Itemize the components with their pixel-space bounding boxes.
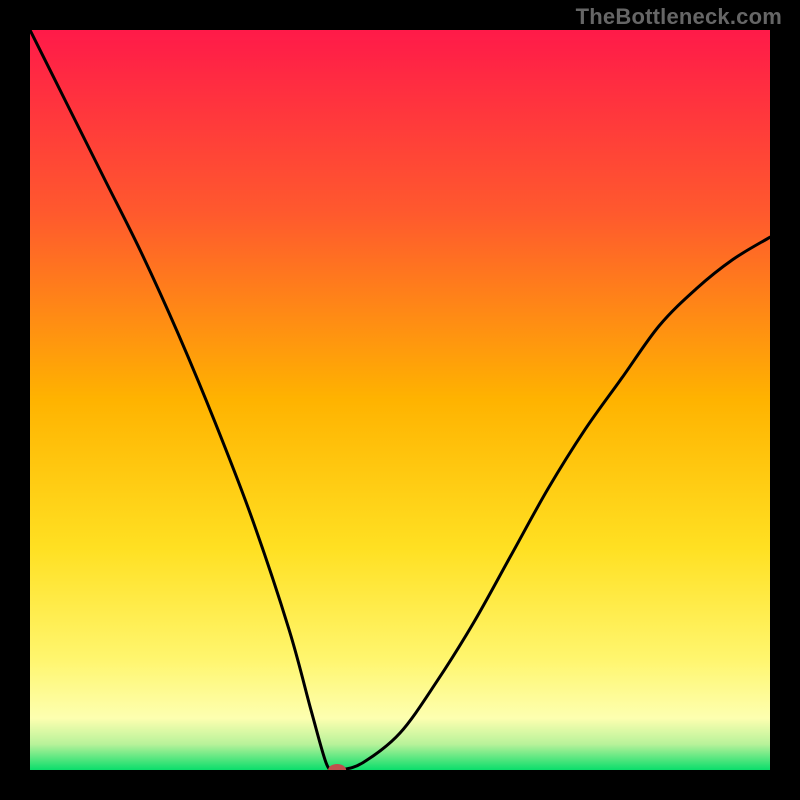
watermark-text: TheBottleneck.com [576, 4, 782, 30]
chart-frame: TheBottleneck.com [0, 0, 800, 800]
heat-background [30, 30, 770, 770]
bottleneck-chart [30, 30, 770, 770]
